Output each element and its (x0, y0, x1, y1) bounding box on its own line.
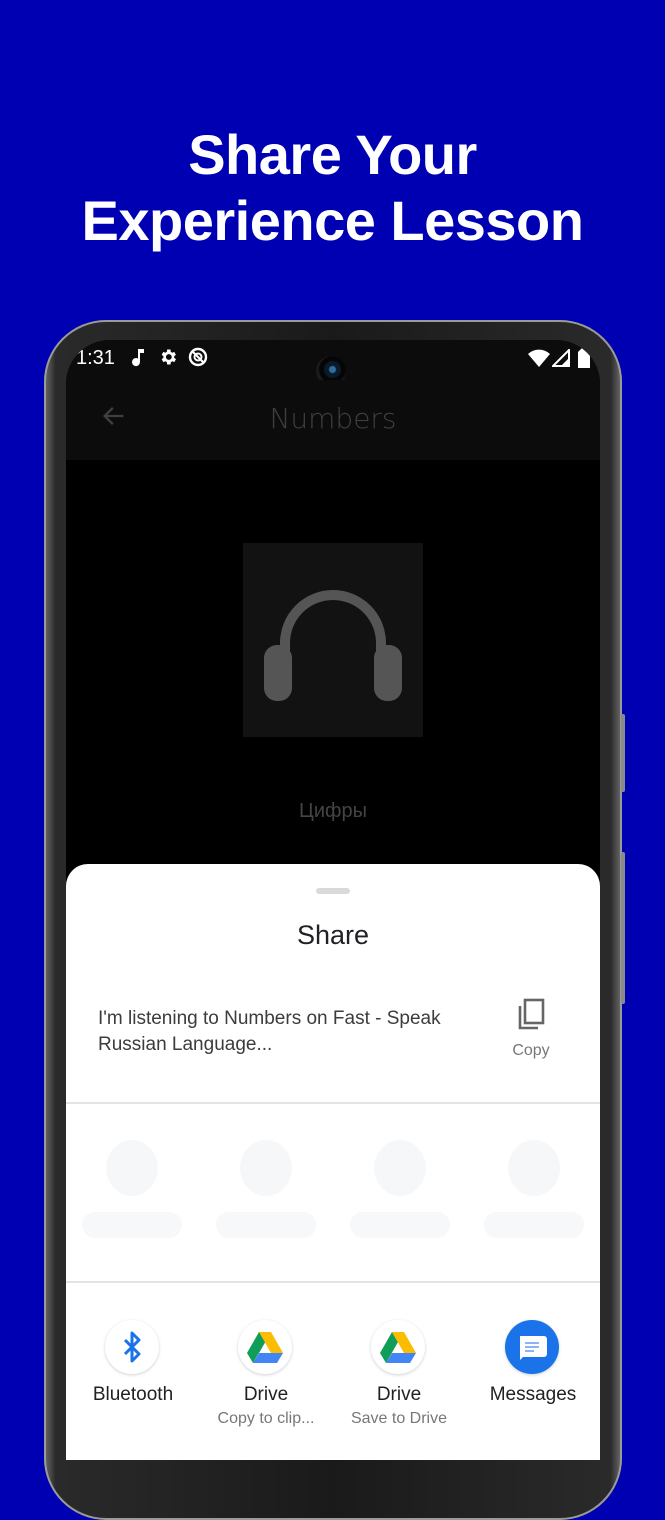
headphones-icon (264, 590, 402, 701)
do-not-disturb-icon (188, 347, 208, 372)
lesson-cover[interactable] (243, 543, 423, 737)
status-time: 1:31 (76, 347, 115, 369)
app-bar: Numbers (66, 380, 600, 460)
divider (66, 1102, 600, 1104)
share-target-label: Messages (489, 1384, 577, 1405)
cellular-signal-icon (550, 347, 570, 372)
phone-power-button (621, 852, 625, 1004)
copy-button[interactable]: Copy (496, 996, 566, 1068)
headline-line-2: Experience Lesson (81, 189, 584, 252)
messages-icon (505, 1320, 559, 1374)
drag-handle[interactable] (316, 888, 350, 894)
google-drive-icon (238, 1320, 292, 1374)
share-preview-text: I'm listening to Numbers on Fast - Speak… (98, 1008, 441, 1055)
share-target-sublabel: Save to Drive (350, 1410, 448, 1427)
divider (66, 1281, 600, 1283)
battery-icon (578, 348, 590, 373)
phone-volume-button (621, 714, 625, 792)
headline-line-1: Share Your (188, 123, 477, 186)
phone-screen: 1:31 Numbers Цифры Share I'm listening t… (66, 340, 600, 1460)
lesson-subtitle: Цифры (299, 800, 367, 822)
share-target-label: Drive (243, 1384, 289, 1405)
bluetooth-icon (105, 1320, 159, 1374)
status-bar: 1:31 (66, 340, 600, 386)
share-target-label: Drive (376, 1384, 422, 1405)
copy-icon (518, 998, 545, 1030)
google-drive-icon (371, 1320, 425, 1374)
promo-headline: Share Your Experience Lesson (0, 122, 665, 254)
share-sheet: Share I'm listening to Numbers on Fast -… (66, 864, 600, 1460)
share-target-sublabel: Copy to clip... (217, 1410, 315, 1427)
music-note-icon (130, 347, 146, 372)
wifi-icon (528, 349, 550, 372)
copy-label: Copy (512, 1042, 550, 1059)
gear-icon (158, 347, 178, 372)
share-target-label: Bluetooth (92, 1384, 174, 1405)
share-sheet-title: Share (296, 920, 370, 950)
page-title: Numbers (269, 402, 397, 435)
